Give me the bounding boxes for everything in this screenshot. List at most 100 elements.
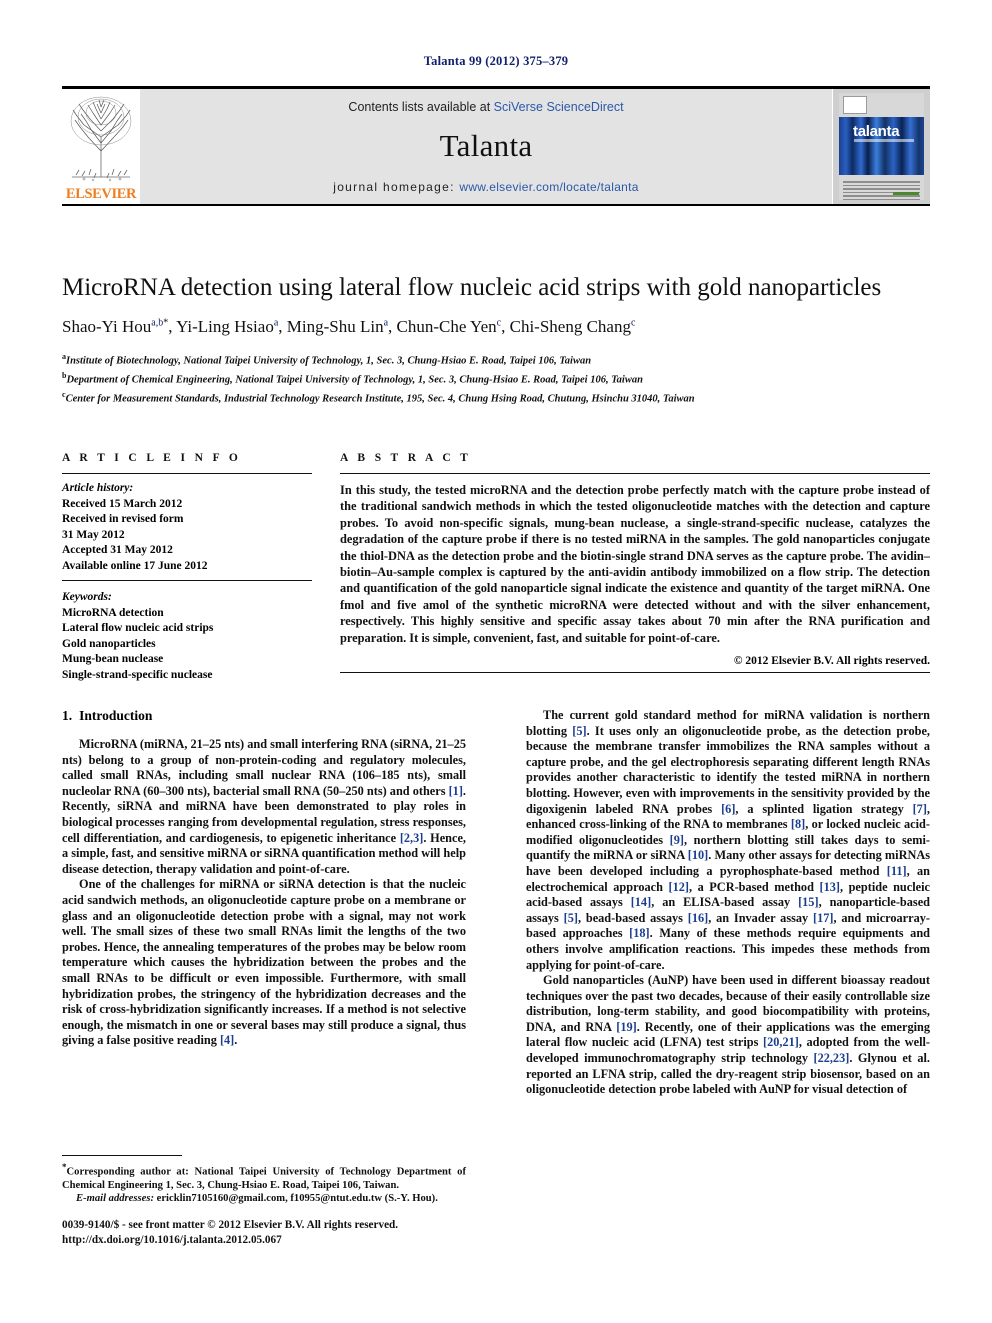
article-info-heading: A R T I C L E I N F O — [62, 452, 242, 464]
author-affiliation-mark: c — [630, 317, 636, 329]
right-column-paragraphs: The current gold standard method for miR… — [526, 708, 930, 1098]
citation-link[interactable]: [5] — [572, 724, 586, 738]
author-entry: Chun-Che Yenc — [397, 317, 502, 336]
elsevier-wordmark: ELSEVIER — [65, 186, 137, 202]
author-affiliation-mark: c — [496, 317, 502, 329]
keyword-item[interactable]: Lateral flow nucleic acid strips — [62, 621, 312, 637]
citation-link[interactable]: [14] — [631, 895, 652, 909]
abstract-heading: A B S T R A C T — [340, 452, 472, 464]
citation-link[interactable]: [22,23] — [813, 1051, 849, 1065]
footnote-email-label: E-mail addresses: — [76, 1193, 154, 1205]
doi-line[interactable]: http://dx.doi.org/10.1016/j.talanta.2012… — [62, 1233, 562, 1248]
article-history-item: 31 May 2012 — [62, 528, 125, 541]
elsevier-logo: ELSEVIER — [62, 89, 140, 204]
citation-link[interactable]: [4] — [220, 1033, 234, 1047]
footnote-email-addresses[interactable]: ericklin7105160@gmail.com, f10955@ntut.e… — [157, 1193, 438, 1204]
article-history-item: Received in revised form — [62, 513, 184, 525]
citation-link[interactable]: [7] — [913, 802, 927, 816]
affiliation-list: aInstitute of Biotechnology, National Ta… — [62, 350, 892, 407]
journal-homepage-line: journal homepage: www.elsevier.com/locat… — [140, 180, 832, 194]
cover-inner: talanta — [839, 93, 924, 200]
footnote-rule — [62, 1155, 182, 1156]
citation-link[interactable]: [5] — [564, 911, 578, 925]
keyword-item[interactable]: MicroRNA detection — [62, 606, 312, 622]
affiliation: cCenter for Measurement Standards, Indus… — [62, 388, 892, 407]
article-info-rule — [62, 473, 312, 474]
citation-link[interactable]: [1] — [449, 784, 463, 798]
footnote-corresponding-body: Corresponding author at: National Taipei… — [62, 1166, 466, 1191]
section-title: Introduction — [79, 708, 153, 723]
cover-publisher-box — [843, 96, 867, 114]
keyword-lines: MicroRNA detection Lateral flow nucleic a… — [62, 606, 312, 684]
section-heading-introduction: 1. Introduction — [62, 708, 466, 724]
body-paragraph: One of the challenges for miRNA or siRNA… — [62, 877, 466, 1048]
affiliation-text: Center for Measurement Standards, Indust… — [65, 393, 695, 405]
author-name: Shao-Yi Hou — [62, 317, 152, 336]
affiliation: aInstitute of Biotechnology, National Ta… — [62, 350, 892, 369]
title-block: MicroRNA detection using lateral flow nu… — [62, 272, 892, 407]
homepage-link[interactable]: www.elsevier.com/locate/talanta — [459, 180, 638, 194]
article-title: MicroRNA detection using lateral flow nu… — [62, 274, 882, 301]
contents-prefix-text: Contents lists available at — [348, 100, 494, 114]
footnote-email-line: E-mail addresses: ericklin7105160@gmail.… — [62, 1192, 466, 1205]
abstract-column: A B S T R A C T In this study, the teste… — [340, 452, 930, 683]
abstract-text: In this study, the tested microRNA and t… — [340, 483, 930, 645]
author-affiliation-mark: a,b — [151, 317, 164, 329]
body-columns: 1. Introduction MicroRNA (miRNA, 21–25 nt… — [62, 708, 930, 1098]
elsevier-tree-icon — [70, 96, 132, 182]
masthead-center: Contents lists available at SciVerse Sci… — [140, 89, 832, 204]
journal-cover-thumbnail: talanta — [832, 89, 930, 204]
body-left-column: 1. Introduction MicroRNA (miRNA, 21–25 nt… — [62, 708, 466, 1098]
info-abstract-section: A R T I C L E I N F O Article history: R… — [62, 452, 930, 683]
keyword-item[interactable]: Single-strand-specific nuclease — [62, 668, 312, 684]
article-history-heading: Article history: — [62, 482, 134, 494]
author-entry: Yi-Ling Hsiaoa — [176, 317, 278, 336]
citation-link[interactable]: [8] — [791, 817, 805, 831]
journal-article-page: Talanta 99 (2012) 375–379 ELSEVIER Conte… — [0, 0, 992, 1323]
abstract-bottom-rule — [340, 672, 930, 674]
cover-green-mark — [893, 192, 919, 195]
keywords-block: Keywords: MicroRNA detection Lateral flow… — [62, 590, 312, 683]
citation-link[interactable]: [18] — [629, 926, 650, 940]
journal-name: Talanta — [439, 128, 533, 163]
citation-link[interactable]: [13] — [819, 880, 840, 894]
running-head: Talanta 99 (2012) 375–379 — [423, 54, 569, 68]
author-entry: Chi-Sheng Changc — [510, 317, 636, 336]
keyword-item[interactable]: Gold nanoparticles — [62, 637, 312, 653]
keyword-item[interactable]: Mung-bean nuclease — [62, 652, 312, 668]
author-name: Chi-Sheng Chang — [509, 317, 631, 336]
column-gap — [312, 452, 340, 683]
homepage-label: journal homepage: — [333, 180, 460, 194]
contents-available-line: Contents lists available at SciVerse Sci… — [140, 89, 832, 114]
author-name: Chun-Che Yen — [396, 317, 497, 336]
author-name: Yi-Ling Hsiao — [176, 317, 274, 336]
sciencedirect-link[interactable]: SciVerse ScienceDirect — [494, 100, 624, 114]
citation-link[interactable]: [11] — [887, 864, 907, 878]
body-column-gap — [466, 708, 526, 1098]
section-number: 1. — [62, 708, 73, 723]
citation-link[interactable]: [20,21] — [763, 1035, 799, 1049]
citation-link[interactable]: [10] — [688, 848, 709, 862]
citation-link[interactable]: [16] — [688, 911, 709, 925]
author-name: Ming-Shu Lin — [286, 317, 384, 336]
corresponding-author-mark: * — [163, 317, 169, 329]
citation-link[interactable]: [12] — [668, 880, 689, 894]
author-affiliation-mark: a — [273, 317, 279, 329]
journal-masthead: ELSEVIER Contents lists available at Sci… — [62, 86, 930, 206]
citation-link[interactable]: [2,3] — [400, 831, 424, 845]
citation-link[interactable]: [17] — [813, 911, 834, 925]
author-entry: Ming-Shu Lina — [287, 317, 388, 336]
body-paragraph: Gold nanoparticles (AuNP) have been used… — [526, 973, 930, 1097]
abstract-copyright: © 2012 Elsevier B.V. All rights reserved… — [733, 655, 930, 668]
citation-link[interactable]: [19] — [616, 1020, 637, 1034]
keywords-heading: Keywords: — [62, 591, 112, 603]
article-history-item: Accepted 31 May 2012 — [62, 544, 173, 556]
citation-link[interactable]: [6] — [721, 802, 735, 816]
abstract-rule — [340, 473, 930, 474]
article-history-lines: Received 15 March 2012 Received in revise… — [62, 497, 312, 575]
body-paragraph: The current gold standard method for miR… — [526, 708, 930, 972]
author-entry: Shao-Yi Houa,b* — [62, 317, 168, 336]
citation-link[interactable]: [15] — [798, 895, 819, 909]
citation-link[interactable]: [9] — [670, 833, 684, 847]
footnote-corresponding-text: *Corresponding author at: National Taipe… — [62, 1161, 466, 1192]
